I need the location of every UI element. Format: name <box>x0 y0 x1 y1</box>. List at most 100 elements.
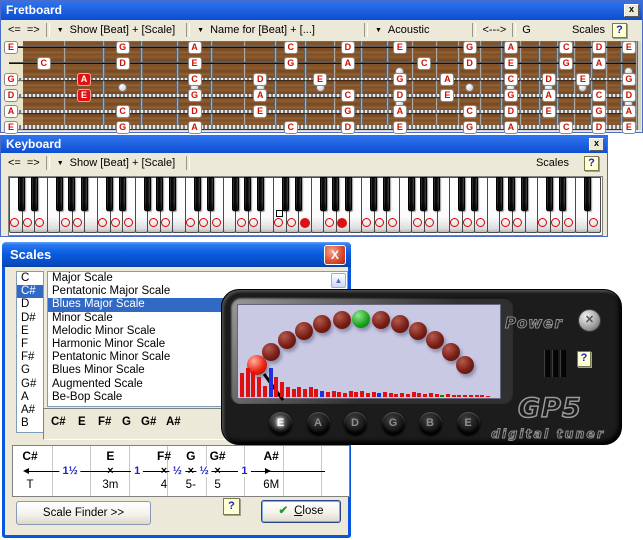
note-marker-e[interactable]: E <box>313 73 327 86</box>
note-marker-g[interactable]: G <box>4 73 18 86</box>
black-key-g-sharp[interactable] <box>156 177 163 211</box>
note-marker-c[interactable]: C <box>559 121 573 134</box>
note-marker-a[interactable]: A <box>504 41 518 54</box>
close-icon[interactable] <box>589 138 604 151</box>
tuner-string-button-b4[interactable]: B <box>419 412 442 435</box>
tuner-string-button-a1[interactable]: A <box>307 412 330 435</box>
scale-item[interactable]: Major Scale <box>48 272 331 285</box>
black-key-g-sharp[interactable] <box>244 177 251 211</box>
note-marker-g[interactable]: G <box>463 121 477 134</box>
range-button[interactable]: <---> <box>479 23 509 37</box>
piano-keyboard[interactable] <box>8 176 603 236</box>
note-marker-e[interactable]: E <box>504 57 518 70</box>
help-icon[interactable] <box>612 23 627 38</box>
note-marker-d[interactable]: D <box>592 121 606 134</box>
black-key-f-sharp[interactable] <box>584 177 591 211</box>
root-item-f[interactable]: F <box>17 338 43 351</box>
black-key-d-sharp[interactable] <box>471 177 478 211</box>
back-button[interactable]: <= <box>5 23 24 37</box>
note-marker-d[interactable]: D <box>341 121 355 134</box>
black-key-a-sharp[interactable] <box>345 177 352 211</box>
note-marker-d[interactable]: D <box>341 41 355 54</box>
keyboard-titlebar[interactable]: Keyboard <box>1 136 607 153</box>
note-marker-d[interactable]: D <box>504 105 518 118</box>
scales-titlebar[interactable]: Scales <box>2 242 351 267</box>
note-marker-a[interactable]: A <box>440 73 454 86</box>
tuner-string-button-d2[interactable]: D <box>344 412 367 435</box>
fretboard[interactable]: EGACDEGACDECDEGACDEGAGACDEGACDEGDEGACDEG… <box>1 40 642 131</box>
note-marker-c[interactable]: C <box>341 89 355 102</box>
note-marker-e[interactable]: E <box>440 89 454 102</box>
note-marker-g[interactable]: G <box>592 105 606 118</box>
note-marker-c[interactable]: C <box>592 89 606 102</box>
note-marker-e-active[interactable]: E <box>77 89 91 102</box>
root-item-gs[interactable]: G# <box>17 378 43 391</box>
note-marker-a[interactable]: A <box>188 41 202 54</box>
root-item-fs[interactable]: F# <box>17 351 43 364</box>
chevron-down-icon[interactable] <box>375 27 382 34</box>
note-marker-g[interactable]: G <box>504 89 518 102</box>
black-key-a-sharp[interactable] <box>169 177 176 211</box>
note-marker-c[interactable]: C <box>417 57 431 70</box>
note-marker-c[interactable]: C <box>463 105 477 118</box>
root-item-a[interactable]: A <box>17 391 43 404</box>
fretboard-titlebar[interactable]: Fretboard <box>1 1 642 20</box>
black-key-c-sharp[interactable] <box>194 177 201 211</box>
note-marker-g[interactable]: G <box>622 73 636 86</box>
chevron-down-icon[interactable] <box>57 160 64 167</box>
root-item-as[interactable]: A# <box>17 404 43 417</box>
note-marker-a[interactable]: A <box>622 105 636 118</box>
black-key-f-sharp[interactable] <box>56 177 63 211</box>
black-key-d-sharp[interactable] <box>31 177 38 211</box>
black-key-a-sharp[interactable] <box>433 177 440 211</box>
back-button[interactable]: <= <box>5 156 24 170</box>
black-key-f-sharp[interactable] <box>408 177 415 211</box>
black-key-d-sharp[interactable] <box>119 177 126 211</box>
note-marker-e[interactable]: E <box>188 57 202 70</box>
note-marker-d[interactable]: D <box>393 89 407 102</box>
root-item-d[interactable]: D <box>17 298 43 311</box>
note-marker-c[interactable]: C <box>284 121 298 134</box>
note-marker-g[interactable]: G <box>341 105 355 118</box>
chevron-down-icon[interactable] <box>197 27 204 34</box>
note-marker-g[interactable]: G <box>284 57 298 70</box>
close-icon[interactable] <box>624 4 639 17</box>
help-icon[interactable] <box>584 156 599 171</box>
note-marker-e[interactable]: E <box>393 41 407 54</box>
note-marker-e[interactable]: E <box>393 121 407 134</box>
note-marker-a[interactable]: A <box>592 57 606 70</box>
close-icon[interactable] <box>324 245 346 265</box>
tuner-string-button-e0[interactable]: E <box>269 412 292 435</box>
black-key-f-sharp[interactable] <box>496 177 503 211</box>
forward-button[interactable]: => <box>24 23 43 37</box>
note-marker-e[interactable]: E <box>542 105 556 118</box>
note-marker-a[interactable]: A <box>504 121 518 134</box>
note-marker-c[interactable]: C <box>116 105 130 118</box>
root-note-list[interactable]: CC#DD#EFF#GG#AA#B <box>16 271 44 433</box>
note-marker-d[interactable]: D <box>463 57 477 70</box>
note-marker-a[interactable]: A <box>253 89 267 102</box>
note-marker-e[interactable]: E <box>576 73 590 86</box>
note-marker-g[interactable]: G <box>393 73 407 86</box>
black-key-c-sharp[interactable] <box>546 177 553 211</box>
root-item-b[interactable]: B <box>17 417 43 430</box>
show-mode-button[interactable]: Show [Beat] + [Scale] <box>67 23 178 37</box>
black-key-g-sharp[interactable] <box>332 177 339 211</box>
black-key-g-sharp[interactable] <box>508 177 515 211</box>
black-key-c-sharp[interactable] <box>458 177 465 211</box>
black-key-f-sharp[interactable] <box>320 177 327 211</box>
note-marker-e[interactable]: E <box>4 121 18 134</box>
note-marker-g[interactable]: G <box>463 41 477 54</box>
scale-finder-button[interactable]: Scale Finder >> <box>16 501 151 525</box>
note-marker-e[interactable]: E <box>4 41 18 54</box>
note-marker-d[interactable]: D <box>116 57 130 70</box>
note-marker-a[interactable]: A <box>393 105 407 118</box>
black-key-f-sharp[interactable] <box>144 177 151 211</box>
scroll-up-icon[interactable] <box>331 273 346 288</box>
note-marker-e[interactable]: E <box>253 105 267 118</box>
black-key-c-sharp[interactable] <box>18 177 25 211</box>
black-key-a-sharp[interactable] <box>257 177 264 211</box>
tuner-string-button-g3[interactable]: G <box>382 412 405 435</box>
note-marker-g[interactable]: G <box>116 121 130 134</box>
note-marker-c[interactable]: C <box>559 41 573 54</box>
